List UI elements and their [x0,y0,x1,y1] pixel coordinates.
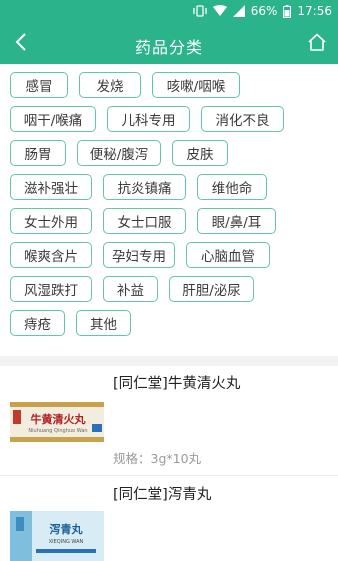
product-image: 泻青丸 XIEQING WAN [10,511,104,561]
category-chip[interactable]: 痔疮 [10,310,65,336]
category-chip[interactable]: 便秘/腹泻 [77,140,161,166]
package-title: 泻青丸 [50,522,84,536]
category-chip[interactable]: 咽干/喉痛 [10,106,96,132]
category-chip[interactable]: 抗炎镇痛 [103,174,186,200]
category-chip[interactable]: 消化不良 [201,106,284,132]
category-chip[interactable]: 皮肤 [172,140,228,166]
category-chip[interactable]: 维他命 [197,174,267,200]
category-chip[interactable]: 女士口服 [103,208,186,234]
package-subtitle: Niuhuang Qinghuo Wan [28,428,87,434]
home-button[interactable] [304,31,330,57]
package-title: 牛黄清火丸 [31,412,87,426]
category-chip[interactable]: 眼/鼻/耳 [197,208,276,234]
product-item[interactable]: 牛黄清火丸 Niuhuang Qinghuo Wan [同仁堂]牛黄清火丸 规格… [0,366,338,476]
category-chip[interactable]: 儿科专用 [107,106,190,132]
product-name: [同仁堂]牛黄清火丸 [113,376,241,392]
section-divider [0,356,338,366]
product-name: [同仁堂]泻青丸 [113,487,212,503]
category-chip[interactable]: 心脑血管 [186,242,270,268]
category-chip[interactable]: 其他 [76,310,131,336]
clock: 17:56 [297,4,332,18]
category-grid: 感冒 发烧 咳嗽/咽喉 咽干/喉痛 儿科专用 消化不良 肠胃 便秘/腹泻 皮肤 … [0,64,338,356]
signal-icon [232,5,245,17]
battery-percent: 66% [250,4,278,18]
battery-icon [283,4,292,18]
category-chip[interactable]: 孕妇专用 [103,242,175,268]
category-chip[interactable]: 补益 [103,276,158,302]
page-title: 药品分类 [134,38,203,57]
category-chip[interactable]: 喉爽含片 [10,242,92,268]
category-chip[interactable]: 肠胃 [10,140,66,166]
product-item[interactable]: 泻青丸 XIEQING WAN [同仁堂]泻青丸 [0,477,338,561]
home-icon [307,33,327,55]
package-subtitle: XIEQING WAN [49,539,84,545]
category-chip[interactable]: 女士外用 [10,208,92,234]
category-chip[interactable]: 风湿跌打 [10,276,92,302]
category-chip[interactable]: 咳嗽/咽喉 [152,72,240,98]
category-chip[interactable]: 肝胆/泌尿 [169,276,254,302]
wifi-icon [212,5,227,17]
product-spec: 规格：3g*10丸 [113,451,202,466]
category-chip[interactable]: 感冒 [10,72,68,98]
vibrate-icon [193,5,207,17]
category-chip[interactable]: 滋补强壮 [10,174,92,200]
nav-bar: 药品分类 [0,24,338,64]
category-chip[interactable]: 发烧 [79,72,141,98]
product-image: 牛黄清火丸 Niuhuang Qinghuo Wan [10,394,104,450]
status-bar: 66% 17:56 [0,0,338,24]
